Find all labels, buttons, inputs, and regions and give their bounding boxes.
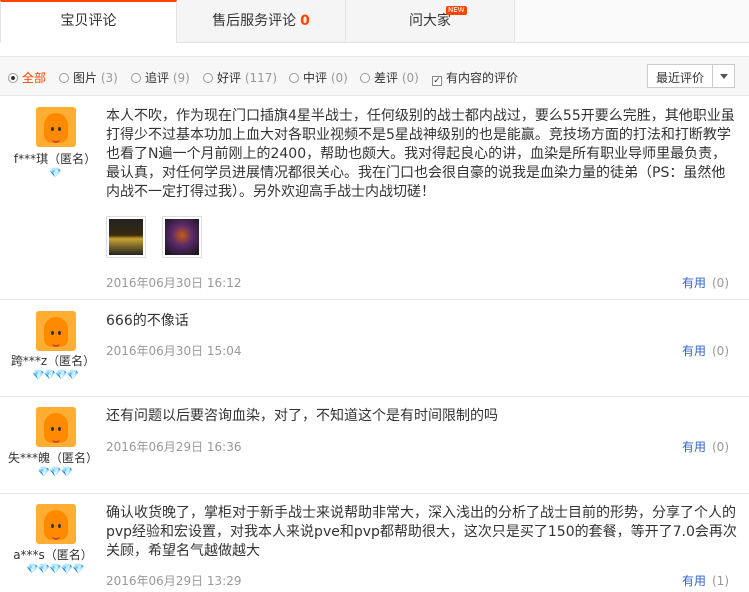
reviewer-name: f***琪（匿名） xyxy=(13,152,97,166)
review-item: 失***魄（匿名） 💎💎💎 还有问题以后要咨询血染，对了，不知道这个是有时间限制… xyxy=(0,397,749,494)
review-date: 2016年06月30日 15:04 xyxy=(106,344,242,358)
useful-label: 有用 xyxy=(681,276,706,290)
review-content: 666的不像话 xyxy=(106,313,189,329)
divider xyxy=(712,65,713,87)
review-item: 跨***z（匿名） 💎💎💎💎 666的不像话 2016年06月30日 15:04… xyxy=(0,300,749,397)
tab-label: 问大家 xyxy=(409,13,451,29)
useful-label: 有用 xyxy=(681,440,706,454)
review-image-thumb[interactable] xyxy=(162,216,202,258)
review-image-thumb[interactable] xyxy=(106,216,146,258)
radio-icon[interactable] xyxy=(360,73,370,83)
sort-label: 最近评价 xyxy=(656,71,705,85)
useful-button[interactable]: 有用 (0) xyxy=(682,342,729,359)
useful-button[interactable]: 有用 (1) xyxy=(682,572,729,589)
reviewer-name: a***s（匿名） xyxy=(13,548,93,562)
tab-count: 0 xyxy=(300,13,310,29)
reviewer-name: 跨***z（匿名） xyxy=(10,354,96,368)
radio-icon[interactable] xyxy=(59,73,69,83)
review-content: 确认收货晚了，掌柜对于新手战士来说帮助非常大，深入浅出的分析了战士目前的形势，分… xyxy=(106,505,737,559)
radio-icon[interactable] xyxy=(289,73,299,83)
tab-label: 宝贝评论 xyxy=(60,13,117,29)
useful-button[interactable]: 有用 (0) xyxy=(682,438,729,455)
filter-medium[interactable]: 中评 (0) xyxy=(289,69,348,86)
useful-label: 有用 xyxy=(681,574,706,588)
filter-bad[interactable]: 差评 (0) xyxy=(360,69,419,86)
review-date: 2016年06月29日 13:29 xyxy=(106,574,242,588)
useful-label: 有用 xyxy=(681,344,706,358)
radio-icon[interactable] xyxy=(8,73,18,83)
radio-icon[interactable] xyxy=(131,73,141,83)
review-item: f***琪（匿名） 💎 本人不吹，作为现在门口插旗4星半战士，任何级别的战士都内… xyxy=(0,95,749,300)
reviewer-name: 失***魄（匿名） xyxy=(7,451,98,465)
review-tabs: 宝贝评论 售后服务评论 0 问大家 NEW xyxy=(0,0,749,43)
tab-item-reviews[interactable]: 宝贝评论 xyxy=(0,0,177,43)
new-badge: NEW xyxy=(446,6,467,15)
filter-good[interactable]: 好评 (117) xyxy=(203,69,277,86)
review-date: 2016年06月29日 16:36 xyxy=(106,440,242,454)
sort-dropdown[interactable]: 最近评价 xyxy=(647,64,735,88)
avatar xyxy=(36,407,76,447)
review-content: 还有问题以后要咨询血染，对了，不知道这个是有时间限制的吗 xyxy=(106,408,498,424)
tab-label: 售后服务评论 xyxy=(212,13,297,29)
reviewer-level-icon: 💎💎💎💎 xyxy=(32,370,79,381)
useful-count: (1) xyxy=(712,574,729,588)
radio-icon[interactable] xyxy=(203,73,213,83)
review-item: a***s（匿名） 💎💎💎💎💎 确认收货晚了，掌柜对于新手战士来说帮助非常大，深… xyxy=(0,494,749,592)
review-content: 本人不吹，作为现在门口插旗4星半战士，任何级别的战士都内战过，要么55开要么完胜… xyxy=(106,108,735,200)
avatar xyxy=(36,311,76,351)
reviewer-level-icon: 💎💎💎💎💎 xyxy=(26,564,84,575)
filter-append[interactable]: 追评 (9) xyxy=(131,69,190,86)
reviewer-level-icon: 💎 xyxy=(49,168,61,179)
tab-after-sales-reviews[interactable]: 售后服务评论 0 xyxy=(177,0,346,42)
useful-button[interactable]: 有用 (0) xyxy=(682,274,729,291)
useful-count: (0) xyxy=(712,440,729,454)
tab-ask-everyone[interactable]: 问大家 NEW xyxy=(346,0,515,42)
chevron-down-icon xyxy=(720,74,728,79)
filter-with-content[interactable]: ✓ 有内容的评价 xyxy=(432,69,518,86)
avatar xyxy=(36,504,76,544)
review-filter-bar: 全部 图片 (3) 追评 (9) 好评 (117) 中评 (0) 差评 (0) … xyxy=(0,56,749,96)
review-date: 2016年06月30日 16:12 xyxy=(106,276,242,290)
filter-pictures[interactable]: 图片 (3) xyxy=(59,69,118,86)
filter-all[interactable]: 全部 xyxy=(8,69,46,86)
reviewer-level-icon: 💎💎💎 xyxy=(37,467,73,478)
checkbox-checked-icon[interactable]: ✓ xyxy=(432,76,442,86)
useful-count: (0) xyxy=(712,344,729,358)
useful-count: (0) xyxy=(712,276,729,290)
avatar xyxy=(36,107,76,147)
